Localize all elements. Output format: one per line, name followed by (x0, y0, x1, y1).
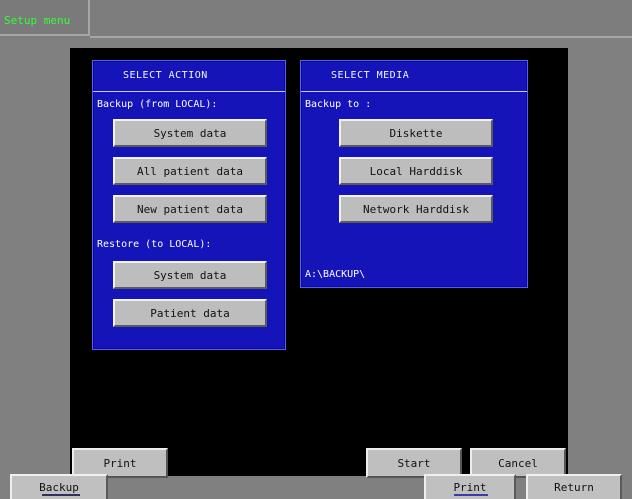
diskette-button[interactable]: Diskette (339, 119, 493, 147)
select-media-panel: SELECT MEDIA Backup to : Diskette Local … (300, 60, 528, 288)
tab-print-label: Print (453, 481, 487, 494)
print-tab-underline (454, 494, 488, 496)
tab-backup[interactable]: Backup (10, 474, 108, 499)
restore-system-data-button[interactable]: System data (113, 261, 267, 289)
backup-system-data-button[interactable]: System data (113, 119, 267, 147)
title-bar: Setup menu (0, 0, 632, 38)
select-action-header: SELECT ACTION (93, 61, 285, 92)
backup-dialog: SELECT ACTION Backup (from LOCAL): Syste… (70, 48, 568, 478)
select-action-panel: SELECT ACTION Backup (from LOCAL): Syste… (92, 60, 286, 350)
tab-print[interactable]: Print (424, 474, 516, 499)
network-harddisk-button[interactable]: Network Harddisk (339, 195, 493, 223)
setup-screen: Setup menu SELECT ACTION Backup (from LO… (0, 0, 632, 499)
backup-all-patient-data-button[interactable]: All patient data (113, 157, 267, 185)
backup-tab-underline (42, 494, 80, 496)
title-divider (90, 36, 632, 38)
tab-return-label: Return (554, 481, 594, 494)
select-media-header: SELECT MEDIA (301, 61, 527, 92)
local-harddisk-button[interactable]: Local Harddisk (339, 157, 493, 185)
backup-from-local-label: Backup (from LOCAL): (97, 99, 218, 110)
setup-menu-label: Setup menu (0, 0, 90, 36)
restore-patient-data-button[interactable]: Patient data (113, 299, 267, 327)
backup-new-patient-data-button[interactable]: New patient data (113, 195, 267, 223)
tab-backup-label: Backup (39, 481, 79, 494)
restore-to-local-label: Restore (to LOCAL): (97, 239, 212, 250)
backup-path-text: A:\BACKUP\ (305, 269, 366, 280)
backup-to-label: Backup to : (305, 99, 372, 110)
tab-return[interactable]: Return (526, 474, 622, 499)
